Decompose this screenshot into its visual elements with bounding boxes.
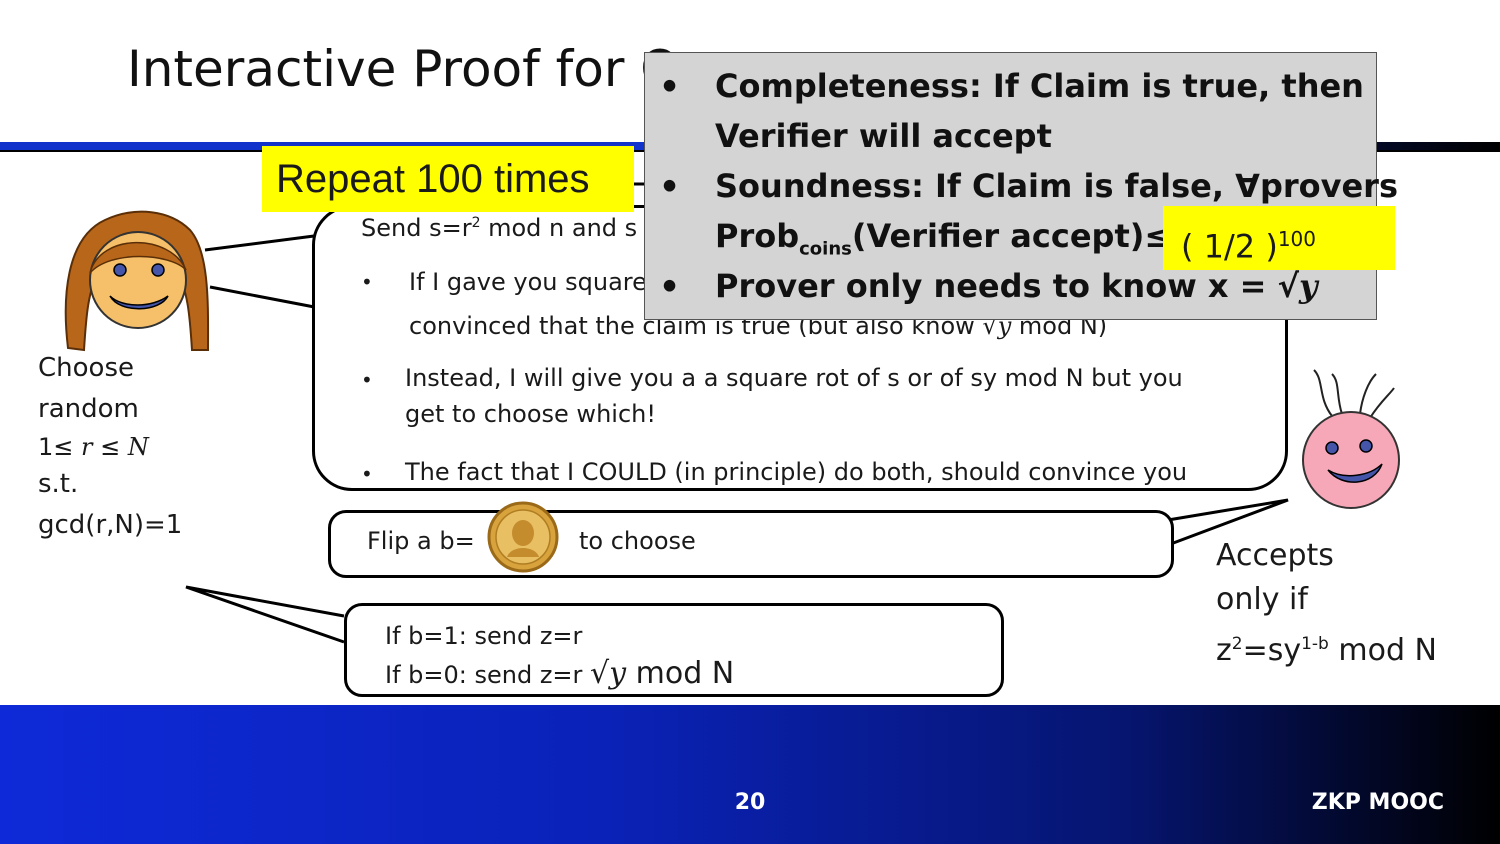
slide-number: 20: [734, 790, 766, 815]
prover-knows-text: Prover only needs to know x = √: [715, 267, 1299, 305]
probability-highlight: ( 1/2 )100: [1163, 206, 1395, 270]
probability-exponent: 100: [1277, 227, 1316, 251]
prover-knows-var: y: [1298, 267, 1318, 305]
response-connector: [185, 585, 345, 644]
cond-z: z: [1216, 633, 1232, 668]
verifier-eye-right: [1359, 439, 1373, 453]
properties-panel: • Completeness: If Claim is true, then V…: [644, 52, 1398, 320]
verifier-eye-left: [1325, 441, 1339, 455]
verifier-face: [1302, 411, 1400, 509]
bullet3-line: The fact that I COULD (in principle) do …: [405, 458, 1188, 486]
response-line2-prefix: If b=0: send z=r: [385, 661, 591, 689]
random-label: random: [38, 394, 139, 424]
flip-prefix: Flip a b=: [367, 527, 475, 555]
commit-text: Send s=r: [361, 214, 472, 242]
prover-avatar: [64, 210, 210, 352]
bullet1-line1: If I gave you square: [409, 268, 647, 296]
footer-bar: [0, 705, 1500, 844]
flip-suffix: to choose: [579, 527, 696, 555]
prover-connector-top: [204, 234, 315, 252]
verifier-avatar: [1302, 369, 1400, 509]
response-var: y: [609, 656, 627, 691]
course-label: ZKP MOOC: [1311, 790, 1444, 815]
sqrt-icon: √: [590, 656, 610, 691]
prover-knows-line: Prover only needs to know x = √y: [715, 267, 1318, 305]
challenge-bubble: Flip a b= to choose: [328, 501, 1174, 578]
bullet-dot: •: [659, 67, 681, 106]
soundness-line1: Soundness: If Claim is false, ∀provers: [715, 167, 1398, 205]
repeat-highlight: Repeat 100 times: [262, 146, 634, 212]
verifier-antenna: [1369, 387, 1395, 419]
cond-mid: =sy: [1242, 633, 1302, 668]
bullet-dot: •: [659, 167, 681, 206]
prob-text: Prob: [715, 217, 800, 255]
range-prefix: 1≤: [38, 433, 82, 461]
response-line2-suffix: mod N: [626, 656, 735, 691]
probability-base: ( 1/2 ): [1181, 227, 1278, 266]
such-that-label: s.t.: [38, 469, 79, 499]
prob-tail: (Verifier accept)≤: [851, 217, 1172, 255]
response-line1: If b=1: send z=r: [385, 622, 583, 650]
range-var: r: [81, 433, 93, 461]
response-line2: If b=0: send z=r √y mod N: [385, 656, 734, 691]
prover-choose-text: Choose random 1≤ r ≤ N s.t. gcd(r,N)=1: [38, 348, 182, 546]
completeness-line1: Completeness: If Claim is true, then: [715, 67, 1364, 105]
cond-sup2: 1-b: [1301, 634, 1329, 654]
coin-icon: [487, 501, 559, 573]
response-bubble: If b=1: send z=r If b=0: send z=r √y mod…: [344, 603, 1004, 697]
commit-text-suffix: mod n and s: [480, 214, 638, 242]
range-var2: N: [127, 433, 149, 461]
commit-message: Send s=r2 mod n and s: [361, 214, 637, 242]
accepts-label: Accepts: [1216, 538, 1334, 573]
accept-condition: z2=sy1-b mod N: [1216, 622, 1437, 673]
completeness-line2: Verifier will accept: [715, 117, 1052, 155]
range-mid: ≤: [92, 433, 128, 461]
bullet-dot: •: [361, 368, 373, 392]
prob-sub: coins: [799, 238, 852, 260]
only-if-label: only if: [1216, 582, 1308, 617]
choose-label: Choose: [38, 353, 134, 383]
soundness-line2: Probcoins(Verifier accept)≤: [715, 217, 1171, 259]
verifier-antenna: [1359, 373, 1377, 415]
bullet-dot: •: [361, 270, 373, 294]
gcd-label: gcd(r,N)=1: [38, 510, 183, 540]
verifier-antenna: [1313, 369, 1333, 417]
prover-eye-right: [151, 263, 165, 277]
range-label: 1≤ r ≤ N: [38, 430, 182, 464]
verifier-accept-text: Accepts only if z2=sy1-b mod N: [1216, 534, 1437, 673]
prover-eye-left: [113, 263, 127, 277]
bullet2-line1: Instead, I will give you a a square rot …: [405, 364, 1183, 392]
cond-sup1: 2: [1231, 634, 1243, 654]
verifier-antenna: [1331, 373, 1343, 415]
bullet-dot: •: [659, 267, 681, 306]
cond-suffix: mod N: [1328, 633, 1437, 668]
bullet-dot: •: [361, 462, 373, 486]
bullet2-line2: get to choose which!: [405, 400, 656, 428]
